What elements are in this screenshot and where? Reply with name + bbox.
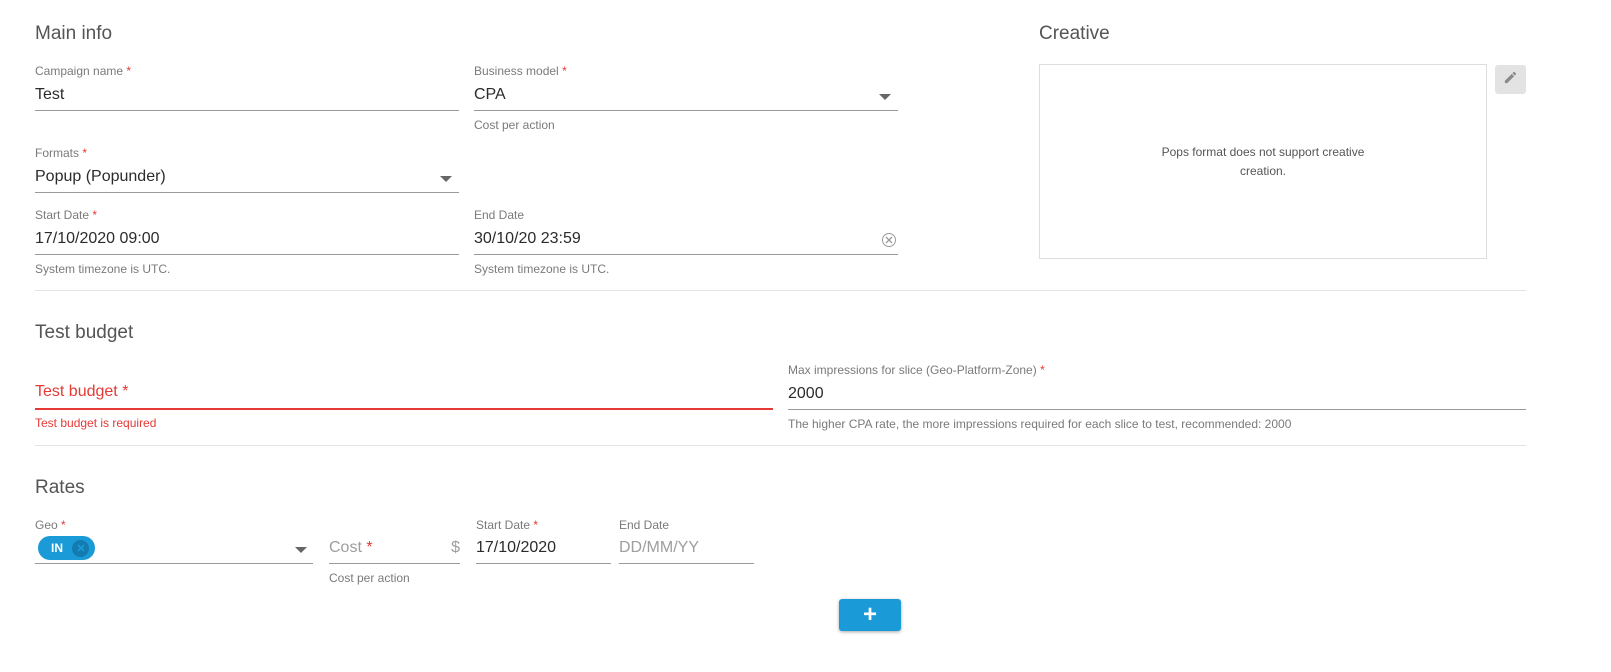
geo-chip-label: IN	[51, 541, 63, 555]
geo-chip[interactable]: IN	[38, 536, 95, 560]
required-mark: *	[562, 64, 567, 78]
required-mark: *	[82, 146, 88, 160]
rates-title: Rates	[35, 477, 85, 498]
chevron-down-icon	[879, 94, 891, 100]
start-date-label-text: Start Date	[35, 208, 90, 222]
business-model-label-text: Business model	[474, 64, 559, 78]
start-date-hint: System timezone is UTC.	[35, 262, 171, 276]
business-model-hint: Cost per action	[474, 118, 555, 132]
max-impressions-input[interactable]: 2000	[788, 385, 1526, 403]
cost-hint: Cost per action	[329, 571, 410, 585]
add-rate-button[interactable]: +	[839, 599, 901, 631]
required-mark: *	[366, 539, 373, 556]
geo-label: Geo *	[35, 518, 66, 532]
currency-symbol: $	[451, 539, 460, 556]
business-model-value: CPA	[474, 86, 506, 103]
business-model-label: Business model *	[474, 64, 567, 78]
plus-icon: +	[862, 601, 877, 628]
creative-message: Pops format does not support creative cr…	[1161, 144, 1365, 178]
campaign-name-underline	[35, 110, 459, 111]
rate-start-date-label: Start Date *	[476, 518, 538, 532]
cost-placeholder: Cost	[329, 539, 362, 556]
required-mark: *	[92, 208, 98, 222]
creative-title: Creative	[1039, 23, 1110, 44]
test-budget-placeholder: Test budget	[35, 383, 118, 400]
start-date-underline	[35, 254, 459, 255]
test-budget-title: Test budget	[35, 322, 134, 343]
geo-underline	[35, 563, 313, 564]
creative-preview: Pops format does not support creative cr…	[1039, 64, 1487, 259]
end-date-input[interactable]: 30/10/20 23:59	[474, 230, 874, 248]
rate-end-date-label: End Date	[619, 518, 670, 532]
end-date-label: End Date	[474, 208, 525, 222]
business-model-underline	[474, 110, 898, 111]
end-date-underline	[474, 254, 898, 255]
pencil-icon	[1503, 70, 1518, 90]
test-budget-error: Test budget is required	[35, 416, 157, 430]
geo-select[interactable]: IN	[35, 535, 313, 563]
main-info-title: Main info	[35, 23, 113, 44]
required-mark: *	[126, 64, 132, 78]
test-budget-input[interactable]: Test budget *	[35, 383, 773, 409]
formats-label-text: Formats	[35, 146, 80, 160]
rate-start-date-underline	[476, 563, 611, 564]
end-date-hint: System timezone is UTC.	[474, 262, 610, 276]
required-mark: *	[122, 383, 129, 400]
rate-end-date-input[interactable]: DD/MM/YY	[619, 539, 754, 557]
campaign-name-input[interactable]: Test	[35, 86, 459, 104]
max-impressions-label: Max impressions for slice (Geo-Platform-…	[788, 363, 1045, 377]
max-impressions-underline	[788, 409, 1526, 410]
section-divider	[35, 445, 1526, 446]
campaign-name-label-text: Campaign name	[35, 64, 124, 78]
formats-underline	[35, 192, 459, 193]
max-impressions-label-text: Max impressions for slice (Geo-Platform-…	[788, 363, 1037, 377]
campaign-name-label: Campaign name *	[35, 64, 131, 78]
geo-label-text: Geo	[35, 518, 58, 532]
business-model-select[interactable]: CPA	[474, 84, 898, 110]
rate-start-date-label-text: Start Date	[476, 518, 531, 532]
edit-creative-button[interactable]	[1495, 65, 1526, 94]
max-impressions-hint: The higher CPA rate, the more impression…	[788, 417, 1292, 431]
test-budget-underline	[35, 408, 773, 410]
formats-select[interactable]: Popup (Popunder)	[35, 166, 459, 192]
required-mark: *	[533, 518, 539, 532]
chevron-down-icon	[295, 547, 307, 553]
chevron-down-icon	[440, 176, 452, 182]
start-date-label: Start Date *	[35, 208, 97, 222]
formats-value: Popup (Popunder)	[35, 168, 166, 185]
rate-end-date-underline	[619, 563, 754, 564]
start-date-input[interactable]: 17/10/2020 09:00	[35, 230, 459, 248]
required-mark: *	[61, 518, 66, 532]
formats-label: Formats *	[35, 146, 87, 160]
rate-start-date-input[interactable]: 17/10/2020	[476, 539, 611, 557]
clear-icon[interactable]	[882, 233, 896, 247]
remove-chip-icon[interactable]	[72, 539, 89, 557]
cost-underline	[329, 563, 460, 564]
cost-input[interactable]: Cost * $	[329, 539, 460, 563]
required-mark: *	[1040, 363, 1045, 377]
section-divider	[35, 290, 1526, 291]
